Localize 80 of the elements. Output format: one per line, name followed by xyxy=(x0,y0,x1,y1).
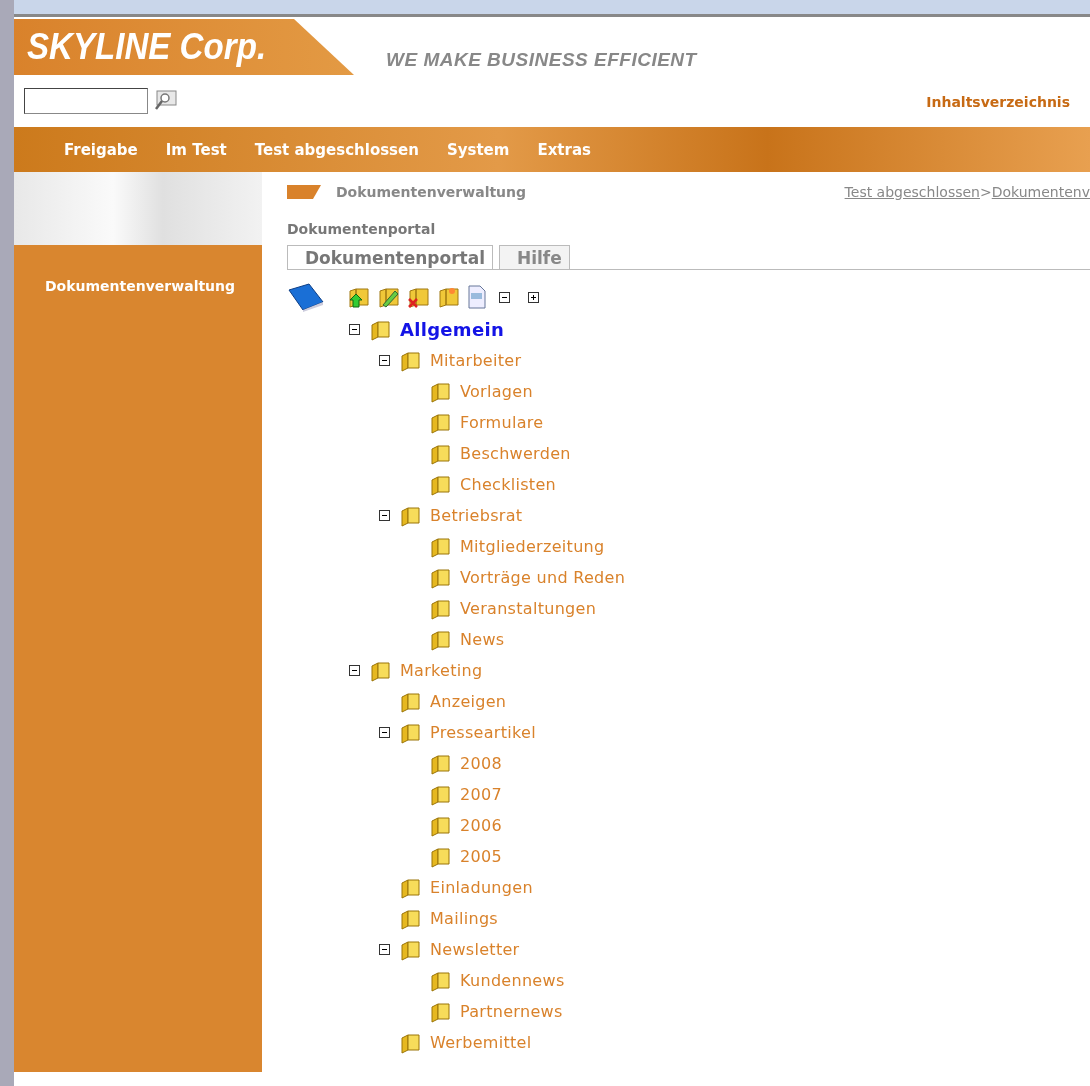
folder-edit-icon[interactable] xyxy=(377,285,401,309)
breadcrumb-link[interactable]: Test abgeschlossen xyxy=(844,184,980,200)
search-icon[interactable] xyxy=(154,90,178,112)
folder-icon xyxy=(400,349,422,372)
folder-up-icon[interactable] xyxy=(347,285,371,309)
tree-item[interactable]: 2005 xyxy=(460,847,502,866)
collapse-toggle[interactable] xyxy=(379,355,390,366)
folder-icon xyxy=(430,473,452,496)
folder-icon xyxy=(430,969,452,992)
folder-icon xyxy=(400,938,422,961)
breadcrumb-link[interactable]: Dokumentenv xyxy=(991,184,1090,200)
folder-icon xyxy=(430,1000,452,1023)
tree-item[interactable]: Presseartikel xyxy=(430,723,536,742)
folder-icon xyxy=(400,1031,422,1054)
book-icon xyxy=(287,282,325,312)
collapse-toggle[interactable] xyxy=(349,665,360,676)
slogan: WE MAKE BUSINESS EFFICIENT xyxy=(386,49,697,71)
collapse-toggle[interactable] xyxy=(379,727,390,738)
folder-icon xyxy=(430,814,452,837)
folder-icon xyxy=(400,504,422,527)
tree-item[interactable]: Partnernews xyxy=(460,1002,563,1021)
folder-icon xyxy=(400,907,422,930)
folder-icon xyxy=(430,442,452,465)
tree-item[interactable]: Marketing xyxy=(400,661,483,680)
folder-icon xyxy=(430,752,452,775)
folder-icon xyxy=(430,380,452,403)
flag-icon xyxy=(287,184,321,200)
folder-icon xyxy=(400,690,422,713)
folder-icon xyxy=(430,628,452,651)
collapse-all-icon[interactable] xyxy=(499,291,510,303)
expand-all-icon[interactable] xyxy=(528,291,539,303)
tree-item[interactable]: 2007 xyxy=(460,785,502,804)
folder-new-icon[interactable] xyxy=(437,285,461,309)
folder-icon xyxy=(400,876,422,899)
tree-item[interactable]: Checklisten xyxy=(460,475,556,494)
folder-icon xyxy=(430,411,452,434)
folder-icon xyxy=(430,597,452,620)
tab[interactable]: Hilfe xyxy=(498,245,570,269)
folder-icon xyxy=(430,845,452,868)
tree-item[interactable]: Allgemein xyxy=(400,319,504,340)
tree-item[interactable]: 2006 xyxy=(460,816,502,835)
folder-delete-icon[interactable] xyxy=(407,285,431,309)
collapse-toggle[interactable] xyxy=(379,510,390,521)
tree-item[interactable]: Betriebsrat xyxy=(430,506,523,525)
tab[interactable]: Dokumentenportal xyxy=(287,245,493,269)
tree-item[interactable]: Vorlagen xyxy=(460,382,533,401)
section-title: Dokumentenportal xyxy=(287,220,437,239)
tree-item[interactable]: Veranstaltungen xyxy=(460,599,597,618)
tree-item[interactable]: Kundennews xyxy=(460,971,565,990)
folder-icon xyxy=(430,566,452,589)
collapse-toggle[interactable] xyxy=(349,324,360,335)
tree-item[interactable]: Formulare xyxy=(460,413,544,432)
tree-item[interactable]: Anzeigen xyxy=(430,692,507,711)
tree-item[interactable]: Mailings xyxy=(430,909,498,928)
tree-item[interactable]: Einladungen xyxy=(430,878,533,897)
folder-icon xyxy=(370,659,392,682)
tree-item[interactable]: Vorträge und Reden xyxy=(460,568,626,587)
nav-item[interactable]: System xyxy=(446,140,510,159)
tree-item[interactable]: Beschwerden xyxy=(460,444,571,463)
tree-item[interactable]: Newsletter xyxy=(430,940,520,959)
tree-item[interactable]: News xyxy=(460,630,505,649)
nav-item[interactable]: Test abgeschlossen xyxy=(254,140,419,159)
folder-icon xyxy=(370,318,392,341)
folder-icon xyxy=(430,783,452,806)
nav-item[interactable]: Im Test xyxy=(165,140,227,159)
toc-link[interactable]: Inhaltsverzeichnis xyxy=(926,93,1070,110)
page-title: Dokumentenverwaltung xyxy=(336,184,527,200)
breadcrumb-separator: > xyxy=(980,184,992,200)
tree-item[interactable]: Werbemittel xyxy=(430,1033,532,1052)
nav-item[interactable]: Extras xyxy=(537,140,591,159)
nav-item[interactable]: Freigabe xyxy=(64,140,138,159)
collapse-toggle[interactable] xyxy=(379,944,390,955)
tree-item[interactable]: Mitgliederzeitung xyxy=(460,537,605,556)
sidebar-item[interactable]: Dokumentenverwaltung xyxy=(14,245,262,294)
tree-item[interactable]: 2008 xyxy=(460,754,502,773)
tree-item[interactable]: Mitarbeiter xyxy=(430,351,522,370)
folder-icon xyxy=(430,535,452,558)
logo-text: SKYLINE Corp. xyxy=(25,26,267,68)
folder-icon xyxy=(400,721,422,744)
search-field[interactable] xyxy=(24,88,148,114)
